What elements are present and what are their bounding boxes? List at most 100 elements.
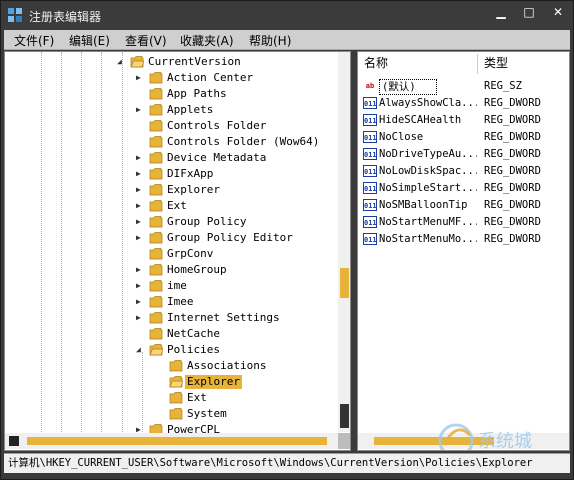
expand-arrow-icon[interactable]: ▶ [136,102,144,118]
tree-node[interactable]: ▶ HomeGroup [5,262,338,278]
close-icon: ✕ [552,5,564,19]
folder-icon [149,135,163,148]
expand-arrow-icon[interactable]: ▶ [136,294,144,310]
dword-value-icon: 011 [363,199,377,211]
title-bar[interactable]: 注册表编辑器 ▁ □ ✕ [1,1,573,30]
value-name: NoSMBalloonTip [379,199,468,211]
dword-value-icon: 011 [363,131,377,143]
tree-node[interactable]: ▶ Applets [5,102,338,118]
maximize-button[interactable]: □ [515,1,543,23]
tree-node-label: System [187,407,227,420]
tree-node[interactable]: ▶ Action Center [5,70,338,86]
tree-node[interactable]: Controls Folder (Wow64) [5,134,338,150]
tree-node[interactable]: ▶ Internet Settings [5,310,338,326]
value-row[interactable]: 011 NoSMBalloonTip REG_DWORD [358,197,569,214]
menu-favorites[interactable]: 收藏夹(A) [180,32,234,49]
value-row[interactable]: 011 HideSCAHealth REG_DWORD [358,112,569,129]
close-button[interactable]: ✕ [543,1,573,23]
folder-icon [149,247,163,260]
tree-horizontal-scrollbar[interactable] [5,433,338,449]
dword-value-icon: 011 [363,216,377,228]
folder-icon [149,103,163,116]
expand-arrow-icon[interactable]: ▶ [136,166,144,182]
tree-vertical-scroll-thumb[interactable] [340,268,349,298]
tree-node[interactable]: ◢ CurrentVersion [5,54,338,70]
value-row[interactable]: 011 NoClose REG_DWORD [358,129,569,146]
tree-node[interactable]: ▶ DIFxApp [5,166,338,182]
tree-node[interactable]: ▶ Group Policy [5,214,338,230]
dword-value-icon: 011 [363,114,377,126]
folder-icon [149,167,163,180]
folder-icon [149,231,163,244]
tree-node[interactable]: ▶ Ext [5,198,338,214]
tree-node[interactable]: ▶ Device Metadata [5,150,338,166]
value-row[interactable]: 011 AlwaysShowCla... REG_DWORD [358,95,569,112]
dword-value-icon: 011 [363,182,377,194]
tree-node-label: HomeGroup [167,263,227,276]
menu-view[interactable]: 查看(V) [125,32,167,49]
value-row[interactable]: 011 NoDriveTypeAu... REG_DWORD [358,146,569,163]
tree-node-label: Controls Folder [167,119,267,132]
key-tree-pane[interactable]: ◢ CurrentVersion ▶ Action Center App Paths ▶ A… [4,51,351,451]
expand-arrow-icon[interactable]: ▶ [136,70,144,86]
tree-node[interactable]: Controls Folder [5,118,338,134]
folder-icon [169,359,183,372]
tree-node[interactable]: Associations [5,358,338,374]
collapse-arrow-icon[interactable]: ◢ [117,54,125,70]
column-header-name[interactable]: 名称 [358,52,478,76]
tree-scroll-down-arrow[interactable] [340,404,349,428]
watermark-logo-icon: 系统城 [438,423,532,451]
tree-node[interactable]: ▶ Group Policy Editor [5,230,338,246]
value-row[interactable]: 011 NoLowDiskSpac... REG_DWORD [358,163,569,180]
tree-vertical-scrollbar[interactable] [338,52,350,432]
folder-open-icon [169,375,184,388]
tree-node[interactable]: ◢ Policies [5,342,338,358]
tree-scroll-left-arrow[interactable] [9,436,19,446]
string-value-icon: ab [365,82,375,90]
value-row[interactable]: 011 NoStartMenuMF... REG_DWORD [358,214,569,231]
value-type: REG_DWORD [484,131,541,143]
tree-node[interactable]: Ext [5,390,338,406]
svg-text:系统城: 系统城 [478,431,532,451]
folder-icon [149,215,163,228]
expand-arrow-icon[interactable]: ▶ [136,198,144,214]
collapse-arrow-icon[interactable]: ◢ [136,342,144,358]
menu-help[interactable]: 帮助(H) [249,32,291,49]
menu-bar: 文件(F) 编辑(E) 查看(V) 收藏夹(A) 帮助(H) [4,30,570,50]
folder-icon [149,327,163,340]
expand-arrow-icon[interactable]: ▶ [136,310,144,326]
value-type: REG_DWORD [484,114,541,126]
tree-node[interactable]: ▶ Imee [5,294,338,310]
tree-node-label: NetCache [167,327,220,340]
value-row[interactable]: ab (默认) REG_SZ [358,78,569,95]
expand-arrow-icon[interactable]: ▶ [136,262,144,278]
tree-horizontal-scroll-thumb[interactable] [27,437,327,445]
minimize-button[interactable]: ▁ [487,1,515,23]
expand-arrow-icon[interactable]: ▶ [136,150,144,166]
value-name: NoStartMenuMo... [379,233,477,245]
values-list-pane[interactable]: 名称 类型 ab (默认) REG_SZ 011 AlwaysShowCla... REG… [357,51,570,451]
tree-node[interactable]: NetCache [5,326,338,342]
value-type: REG_DWORD [484,165,541,177]
expand-arrow-icon[interactable]: ▶ [136,182,144,198]
folder-open-icon [130,55,145,68]
tree-node-label: GrpConv [167,247,214,260]
value-type: REG_DWORD [484,97,541,109]
tree-node[interactable]: Explorer [5,374,338,390]
menu-file[interactable]: 文件(F) [14,32,54,49]
value-row[interactable]: 011 NoSimpleStart... REG_DWORD [358,180,569,197]
tree-node[interactable]: ▶ ime [5,278,338,294]
expand-arrow-icon[interactable]: ▶ [136,214,144,230]
menu-edit[interactable]: 编辑(E) [69,32,110,49]
tree-node[interactable]: ▶ Explorer [5,182,338,198]
tree-node[interactable]: System [5,406,338,422]
tree-node[interactable]: App Paths [5,86,338,102]
column-header-type[interactable]: 类型 [478,52,569,76]
tree-node[interactable]: GrpConv [5,246,338,262]
value-row[interactable]: 011 NoStartMenuMo... REG_DWORD [358,231,569,248]
value-name: NoClose [379,131,424,143]
scrollbar-corner [338,433,350,449]
expand-arrow-icon[interactable]: ▶ [136,278,144,294]
expand-arrow-icon[interactable]: ▶ [136,230,144,246]
tree-node-label: Explorer [185,375,242,389]
